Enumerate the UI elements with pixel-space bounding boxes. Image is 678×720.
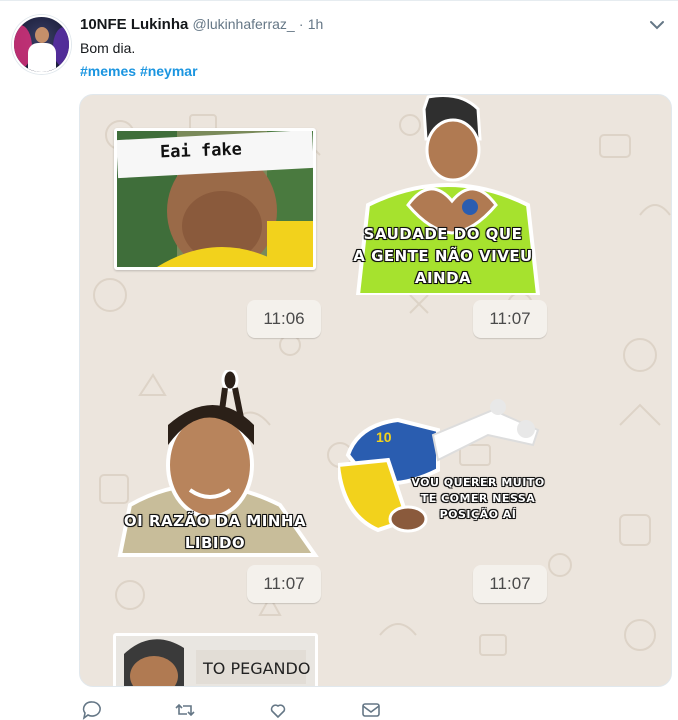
sticker-caption-to-pegando: TO PEGANDO (203, 659, 311, 678)
sticker-eai-fake[interactable]: Eai fake (114, 128, 316, 270)
jersey-number: 10 (376, 429, 392, 445)
tweet-text: Bom dia. (80, 40, 136, 56)
sticker-to-pegando[interactable]: TO PEGANDO (113, 633, 318, 686)
timestamp[interactable]: 1h (308, 16, 324, 32)
hashtag-list: #memes #neymar (80, 63, 198, 79)
sticker-caption-saudade: SAUDADE DO QUE A GENTE NÃO VIVEU AINDA (353, 225, 533, 287)
tweet-media-image[interactable]: Eai fake SAUDADE DO QUE A GENTE NÃO VIVE… (79, 94, 672, 687)
separator-dot: · (298, 16, 304, 32)
sticker-upside-down[interactable]: 10 VOU QUERER MUITO TE COMER NESSA POSIÇ… (335, 395, 548, 535)
tweet-card[interactable]: 10NFE Lukinha @lukinhaferraz_ · 1h Bom d… (0, 0, 678, 720)
sticker-caption-eai-fake: Eai fake (159, 139, 243, 163)
tweet-actions (80, 700, 400, 720)
message-timestamp: 11:06 (247, 300, 321, 338)
sticker-caption-libido: OI RAZÃO DA MINHA LIBIDO (123, 512, 307, 552)
message-timestamp: 11:07 (473, 300, 547, 338)
sticker-caption-posicao: VOU QUERER MUITO TE COMER NESSA POSIÇÃO … (411, 476, 545, 521)
divider (0, 0, 678, 1)
hashtag-memes[interactable]: #memes (80, 63, 136, 79)
display-name[interactable]: 10NFE Lukinha (80, 16, 188, 33)
user-handle[interactable]: @lukinhaferraz_ (193, 16, 295, 32)
tweet-header: 10NFE Lukinha @lukinhaferraz_ · 1h (80, 16, 323, 33)
reply-icon[interactable] (82, 700, 102, 720)
chevron-down-icon[interactable] (648, 16, 666, 34)
retweet-icon[interactable] (175, 700, 195, 720)
sticker-man-bun[interactable]: OI RAZÃO DA MINHA LIBIDO (110, 368, 320, 560)
hashtag-neymar[interactable]: #neymar (140, 63, 198, 79)
message-timestamp: 11:07 (247, 565, 321, 603)
sticker-heart-hands[interactable]: SAUDADE DO QUE A GENTE NÃO VIVEU AINDA (338, 95, 548, 297)
avatar[interactable] (12, 15, 71, 74)
envelope-icon[interactable] (361, 700, 381, 720)
message-timestamp: 11:07 (473, 565, 547, 603)
heart-icon[interactable] (268, 700, 288, 720)
